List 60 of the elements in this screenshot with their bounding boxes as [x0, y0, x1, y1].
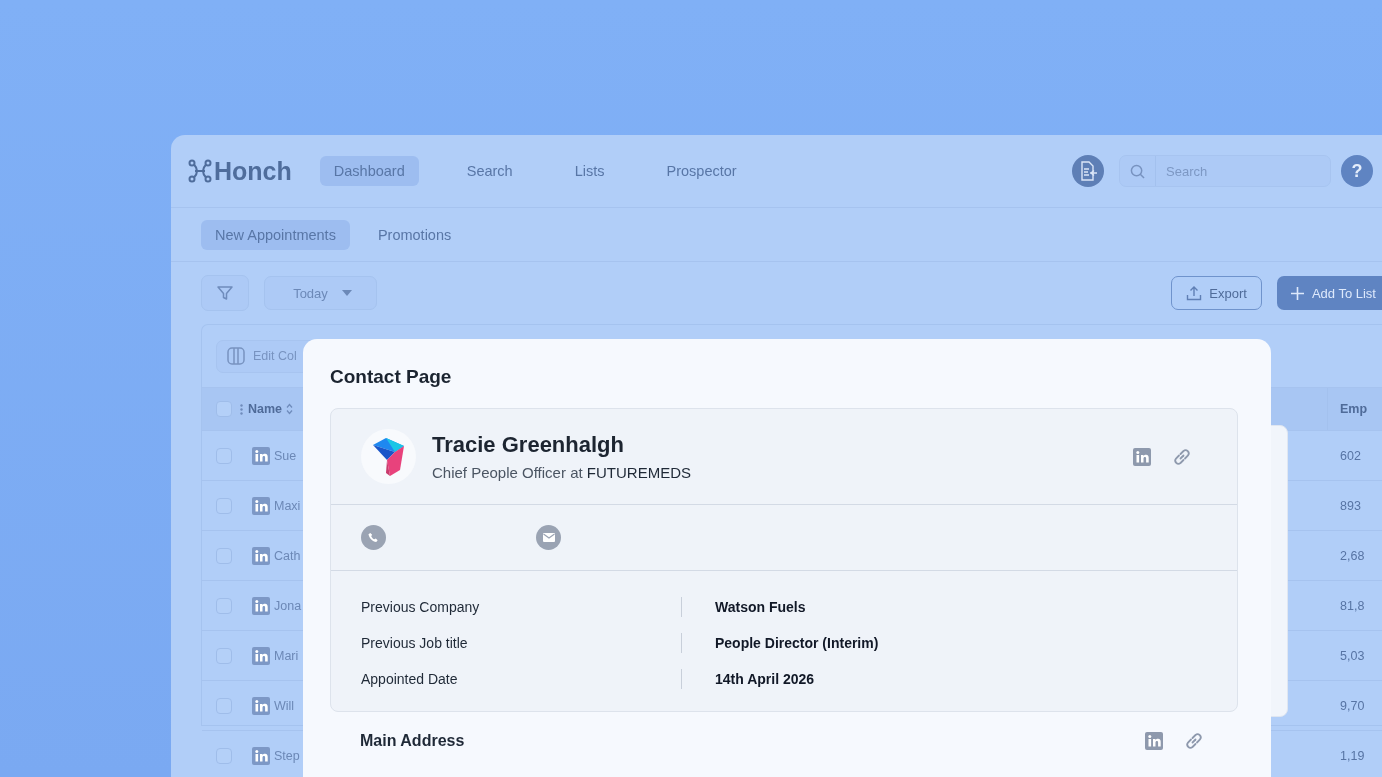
table-cell-text: 1,19: [1339, 747, 1366, 765]
filter-button[interactable]: [201, 275, 249, 311]
job-title: Chief People Officer at FUTUREMEDS: [432, 464, 691, 481]
nav-tab[interactable]: Lists: [560, 156, 619, 186]
linkedin-icon[interactable]: [252, 596, 270, 615]
help-button[interactable]: ?: [1341, 155, 1373, 187]
table-cell: Maxi: [274, 498, 301, 513]
table-cell: Jona: [274, 598, 302, 613]
detail-value: 14th April 2026: [714, 671, 815, 687]
phone-icon[interactable]: [361, 525, 386, 550]
table-cell: Mari: [274, 648, 299, 663]
logo-icon: [188, 159, 212, 183]
linkedin-icon[interactable]: [1145, 732, 1163, 750]
drag-handle-icon[interactable]: [240, 403, 243, 415]
detail-label: Appointed Date: [361, 669, 682, 689]
nav-tab[interactable]: Prospector: [652, 156, 751, 186]
columns-icon: [227, 347, 245, 365]
dialog-title: Contact Page: [330, 366, 453, 388]
linkedin-icon[interactable]: [252, 646, 270, 665]
tab[interactable]: Promotions: [363, 219, 466, 250]
tab[interactable]: New Appointments: [201, 219, 350, 250]
contact-name: Tracie Greenhalgh: [432, 432, 625, 458]
table-cell: Cath: [274, 548, 301, 563]
table-cell-text: 602: [1339, 447, 1362, 465]
table-cell: Will: [274, 698, 295, 713]
table-cell-text: 81,8: [1339, 597, 1366, 615]
linkedin-icon[interactable]: [252, 696, 270, 715]
plus-icon: [1290, 286, 1304, 300]
linkedin-icon[interactable]: [252, 746, 270, 765]
export-button[interactable]: Export: [1171, 276, 1262, 310]
link-icon[interactable]: [1183, 730, 1205, 752]
column-header[interactable]: Name: [248, 402, 283, 416]
detail-value: Watson Fuels: [714, 599, 806, 615]
linkedin-icon[interactable]: [252, 446, 270, 465]
table-cell: Sue: [274, 448, 297, 463]
brand-name: Honch: [214, 156, 292, 186]
sort-icon: [286, 403, 294, 415]
document-icon[interactable]: [1072, 155, 1104, 187]
nav-tab[interactable]: Dashboard: [319, 156, 419, 186]
column-header[interactable]: Emp: [1327, 388, 1382, 430]
filter-icon: [216, 284, 234, 302]
table-cell-text: 2,68: [1339, 547, 1366, 565]
table-cell-text: 5,03: [1339, 647, 1366, 665]
add-to-list-button[interactable]: Add To List: [1276, 276, 1382, 310]
linkedin-icon[interactable]: [1133, 447, 1151, 466]
linkedin-icon[interactable]: [252, 496, 270, 515]
date-dropdown[interactable]: Today: [264, 276, 377, 310]
detail-label: Previous Company: [361, 597, 682, 617]
detail-value: People Director (Interim): [714, 635, 879, 651]
table-cell-text: 9,70: [1339, 697, 1366, 715]
linkedin-icon[interactable]: [252, 546, 270, 565]
nav-tab[interactable]: Search: [452, 156, 527, 186]
table-cell: Step: [274, 748, 300, 763]
detail-label: Previous Job title: [361, 633, 682, 653]
search-icon: [1130, 163, 1145, 179]
mail-icon[interactable]: [536, 525, 561, 550]
upload-icon: [1186, 285, 1203, 301]
table-cell-text: 893: [1339, 497, 1362, 515]
caret-icon: [341, 290, 352, 296]
section-title: Main Address: [360, 732, 465, 750]
